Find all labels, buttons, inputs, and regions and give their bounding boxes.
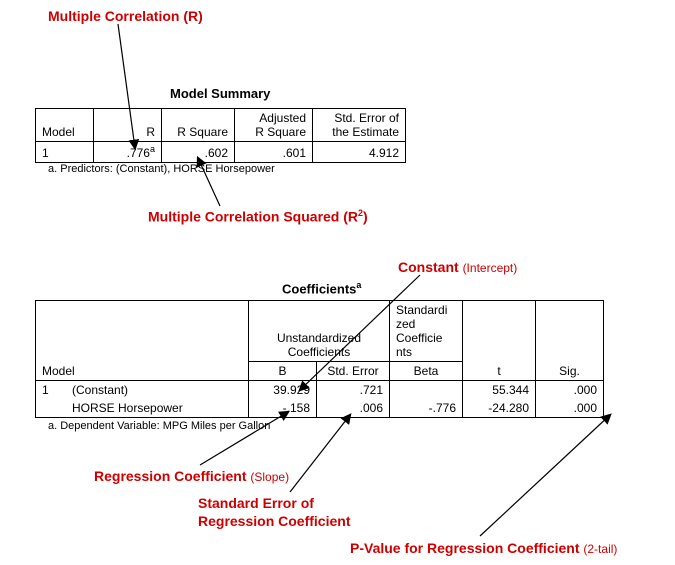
annotation-constant: Constant (Intercept) [398,259,517,275]
header-text: nts [396,345,412,359]
annotation-std-error-line2: Regression Coefficient [198,513,350,529]
annotation-multiple-r: Multiple Correlation (R) [48,8,203,24]
col-std-coef: Standardi zed Coefficie nts [390,301,463,362]
cell-model: 1 [36,381,67,418]
cell-b: 39.929 [249,381,317,400]
cell-varname: HORSE Horsepower [66,399,249,418]
col-model: Model [36,301,249,381]
col-beta: Beta [390,362,463,381]
col-b: B [249,362,317,381]
header-text: Standardi [396,303,447,317]
header-text: Adjusted [259,111,306,125]
table-row: HORSE Horsepower -.158 .006 -.776 -24.28… [36,399,604,418]
col-t: t [463,301,536,381]
annotation-subtext: (2-tail) [583,542,617,556]
header-text: Unstandardized [277,331,361,345]
cell-adj-rsquare: .601 [235,142,313,163]
model-summary-footnote: a. Predictors: (Constant), HORSE Horsepo… [48,163,275,175]
table-header-row: Model Unstandardized Coefficients Standa… [36,301,604,362]
header-text: the Estimate [332,125,399,139]
cell-t: -24.280 [463,399,536,418]
superscript: a [356,280,361,290]
col-adj-rsquare: Adjusted R Square [235,109,313,142]
col-sig: Sig. [536,301,604,381]
cell-model: 1 [36,142,94,163]
annotation-regression-coef: Regression Coefficient (Slope) [94,468,289,484]
superscript: a [150,144,155,154]
cell-rsquare: .602 [162,142,235,163]
annotation-pvalue: P-Value for Regression Coefficient (2-ta… [350,540,617,556]
annotation-text: Multiple Correlation Squared (R [148,209,358,225]
annotation-subtext: (Slope) [250,470,289,484]
table-row: 1 (Constant) 39.929 .721 55.344 .000 [36,381,604,400]
col-r: R [94,109,162,142]
cell-value: .776 [127,146,150,160]
coefficients-table: Model Unstandardized Coefficients Standa… [35,300,604,418]
coefficients-title: Coefficientsa [282,280,361,296]
annotation-text: P-Value for Regression Coefficient [350,540,580,556]
cell-stderr-estimate: 4.912 [313,142,406,163]
header-text: zed [396,317,415,331]
title-text: Coefficients [282,281,356,296]
cell-sig: .000 [536,381,604,400]
header-text: Coefficie [396,331,442,345]
cell-beta [390,381,463,400]
cell-sig: .000 [536,399,604,418]
col-stderr-estimate: Std. Error of the Estimate [313,109,406,142]
annotation-text: Regression Coefficient [94,468,246,484]
annotation-text: ) [363,209,368,225]
annotation-std-error-line1: Standard Error of [198,495,314,511]
header-text: R Square [255,125,306,139]
cell-stderr: .721 [317,381,390,400]
col-rsquare: R Square [162,109,235,142]
cell-varname: (Constant) [66,381,249,400]
header-text: Std. Error of [334,111,399,125]
annotation-text: Constant [398,259,459,275]
cell-stderr: .006 [317,399,390,418]
annotation-subtext: (Intercept) [463,261,518,275]
cell-beta: -.776 [390,399,463,418]
header-text: Coefficients [288,345,350,359]
col-stderr: Std. Error [317,362,390,381]
col-model: Model [36,109,94,142]
table-row: 1 .776a .602 .601 4.912 [36,142,406,163]
cell-t: 55.344 [463,381,536,400]
col-unstd-coef: Unstandardized Coefficients [249,301,390,362]
model-summary-table: Model R R Square Adjusted R Square Std. … [35,108,406,163]
annotation-r-squared: Multiple Correlation Squared (R2) [148,208,368,225]
model-summary-title: Model Summary [170,86,270,101]
table-header-row: Model R R Square Adjusted R Square Std. … [36,109,406,142]
cell-r: .776a [94,142,162,163]
coefficients-footnote: a. Dependent Variable: MPG Miles per Gal… [48,420,270,432]
cell-b: -.158 [249,399,317,418]
